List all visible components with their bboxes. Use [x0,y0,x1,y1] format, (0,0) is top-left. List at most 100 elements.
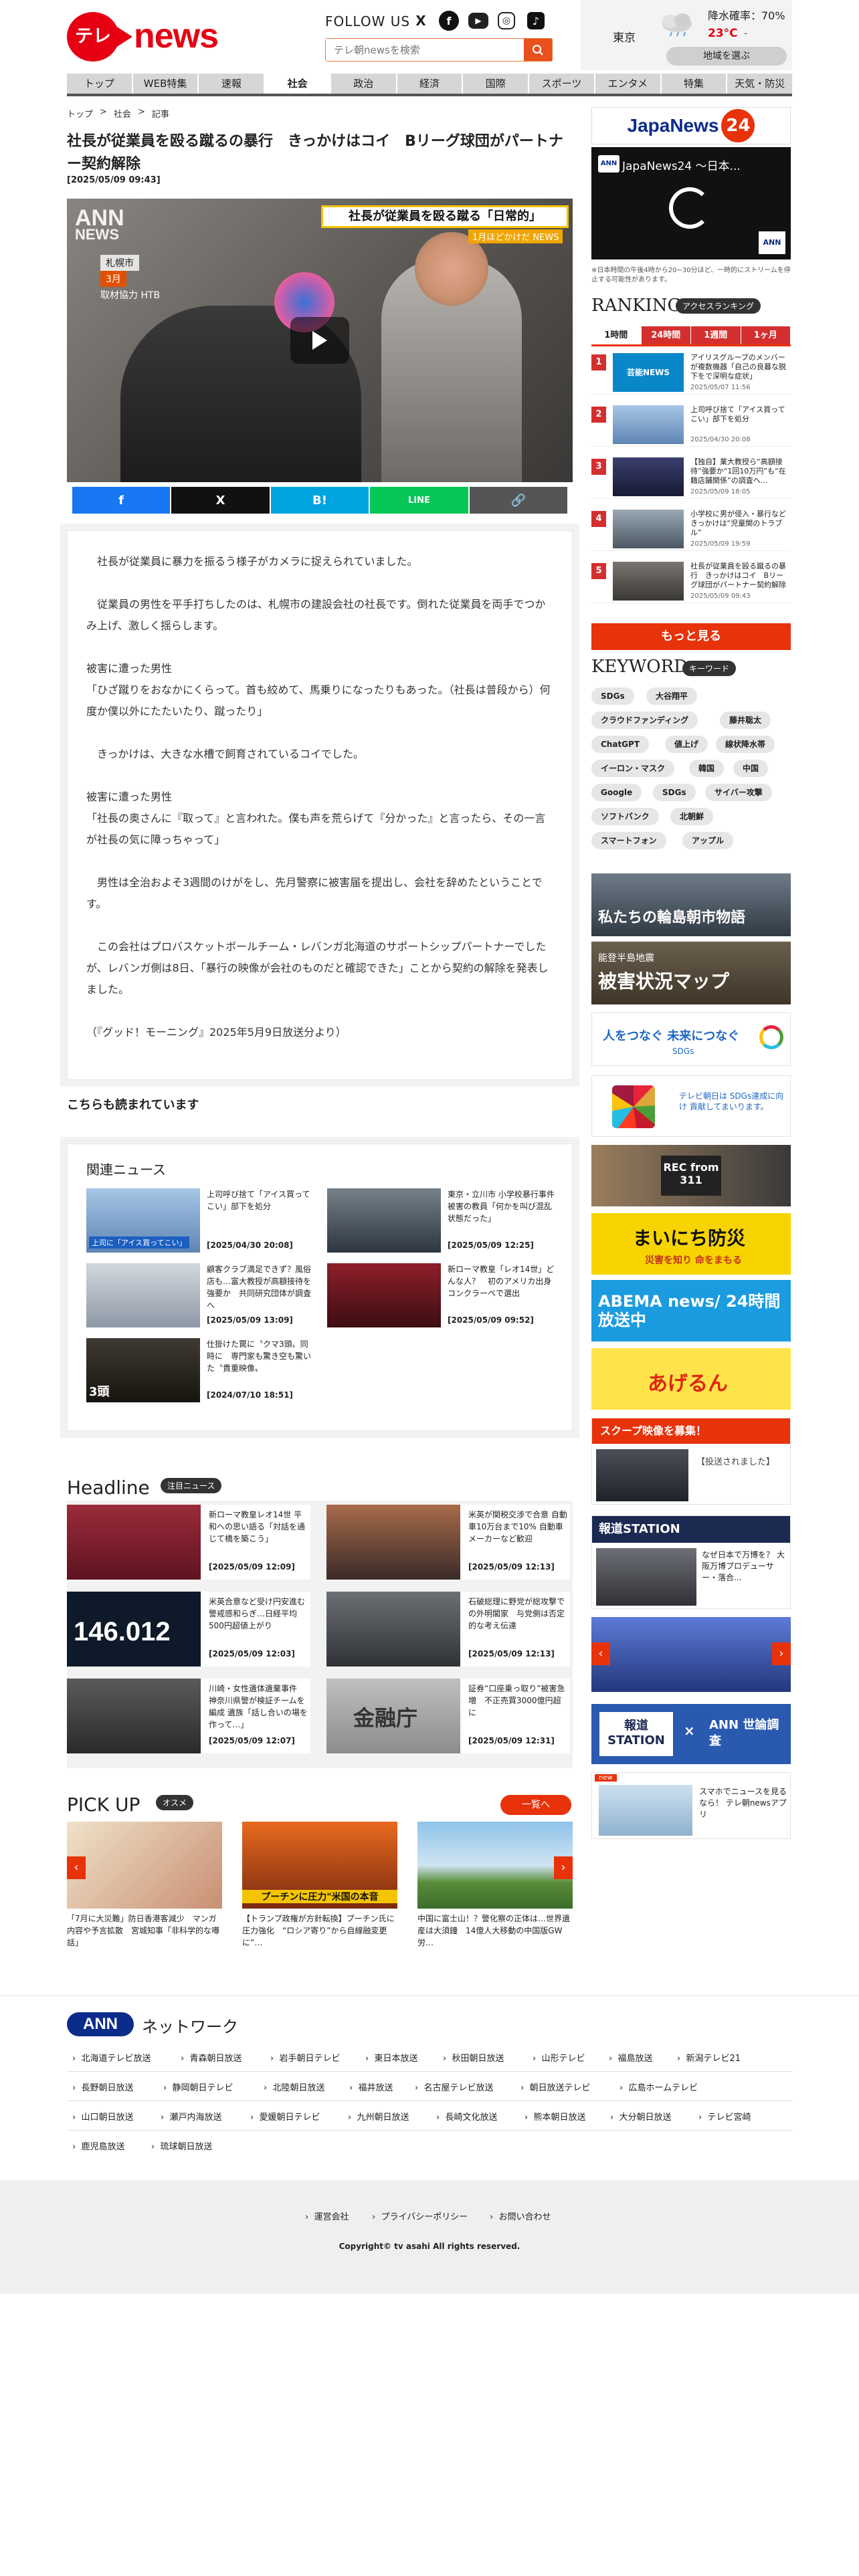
network-link[interactable]: › 東日本放送 [365,2051,417,2064]
nav-item-top[interactable]: トップ [67,74,132,94]
mainichi-bousai-banner[interactable]: まいにち防災 災害を知り 命をまもる [591,1213,791,1275]
share-x-button[interactable]: X [171,487,270,514]
chevron-left-icon[interactable]: ‹ [591,1642,610,1665]
play-button[interactable] [290,317,349,364]
keyword-tag[interactable]: SDGs [653,784,696,801]
ranking-tab-1m[interactable]: 1ヶ月 [741,326,790,344]
share-line-button[interactable]: LINE [370,487,468,514]
ann-poll-banner[interactable]: 報道 STATION × ANN 世論調査 [591,1704,791,1764]
network-link[interactable]: › 山口朝日放送 [72,2110,133,2123]
scoop-video-banner[interactable]: スクープ映像を募集！ 【投送されました】 [591,1418,791,1505]
ranking-more-button[interactable]: もっと見る [591,623,791,650]
ranking-tab-1h[interactable]: 1時間 [591,326,641,344]
headline-item[interactable]: 金融庁 証券“口座乗っ取り”被害急増 不正売買3000億円超に [2025/05… [326,1679,570,1753]
video-player[interactable]: ANN NEWS 社長が従業員を殴る蹴る「日常的」 1月ほどかけだ NEWS 札幌… [67,199,573,482]
network-link[interactable]: › 長崎文化放送 [436,2110,497,2123]
facebook-icon[interactable]: f [439,11,459,31]
japanews24-video[interactable]: ANN JapaNews24 ～日本... ANN [591,147,791,259]
network-link[interactable]: › 山形テレビ [533,2051,585,2064]
rec-from-311-banner[interactable]: REC from 311 [591,1145,791,1206]
ranking-item[interactable]: 4 小学校に男が侵入・暴行など きっかけは“児童関のトラブル” 2025/05/… [591,508,793,551]
keyword-tag[interactable]: 北朝鮮 [670,808,714,825]
network-link[interactable]: › 長野朝日放送 [72,2080,133,2093]
network-link[interactable]: › 鹿児島放送 [72,2139,124,2152]
keyword-tag[interactable]: SDGs [591,687,634,705]
nav-item-special[interactable]: 特集 [661,74,727,94]
noto-damage-map-banner[interactable]: 能登半島地震 被害状況マップ [591,942,791,1004]
headline-item[interactable]: 新ローマ教皇レオ14世 平和への思い語る「対話を通じて橋を築こう」 [2025/… [67,1505,310,1580]
instagram-icon[interactable]: ◎ [498,12,515,29]
nav-item-economy[interactable]: 経済 [397,74,462,94]
keyword-tag[interactable]: 中国 [733,760,769,777]
sdgs-contribution-banner[interactable]: テレビ朝日は SDGs達成に向け 貢献してまいります。 [591,1075,791,1137]
ranking-item[interactable]: 3 【独自】業大教授ら“高額接待”強要か“1回10万円”も“在籍店舗関係”の調査… [591,456,791,499]
headline-item[interactable]: 川崎・女性遺体遺棄事件 神奈川県警が検証チームを編成 遺族「話し合いの場を作って… [67,1679,310,1753]
network-link[interactable]: › 琉球朝日放送 [151,2139,212,2152]
breadcrumb-top[interactable]: トップ [67,107,93,120]
share-copy-link-button[interactable]: 🔗 [469,487,568,514]
pickup-item[interactable]: 「7月に大災難」防日香港客減少 マンガ内容や予言拡散 宮城知事「非科学的な噂話」 [67,1822,222,1962]
keyword-tag[interactable]: 線状降水帯 [716,736,775,753]
tiktok-icon[interactable]: ♪ [527,12,545,29]
network-link[interactable]: › 大分朝日放送 [610,2110,671,2123]
tv-asahi-news-app-banner[interactable]: new スマホでニュースを見るなら！ テレ朝newsアプリ [591,1772,791,1839]
breadcrumb-society[interactable]: 社会 [114,107,131,120]
share-facebook-button[interactable]: f [72,487,171,514]
japanews24-header[interactable]: JapaNews 24 [591,107,791,144]
keyword-tag[interactable]: 韓国 [689,760,725,777]
ranking-tab-1w[interactable]: 1週間 [691,326,741,344]
nav-item-web-feature[interactable]: WEB特集 [132,74,198,94]
share-hatena-button[interactable]: B! [270,487,369,514]
headline-item[interactable]: 米英が関税交渉で合意 自動車10万台まで10% 自動車メーカーなど歓迎 [202… [326,1505,570,1580]
keyword-tag[interactable]: クラウドファンディング [591,712,698,729]
related-item[interactable]: 新ローマ教皇「レオ14世」どんな人？ 初のアメリカ出身 コンクラーベで選出 [2… [327,1263,559,1327]
abema-news-banner[interactable]: ABEMA news/ 24時間放送中 [591,1280,791,1341]
carousel-banner[interactable]: ‹ › [591,1617,791,1692]
pickup-item[interactable]: 中国に富士山！？警化察の正体は…世界遺産は大須鐘 14億人大移動の中国版GW労… [417,1822,573,1962]
ranking-item[interactable]: 2 上司呼び捨て「アイス買ってこい」部下を処分 2025/04/30 20:08 [591,404,791,447]
nav-item-weather[interactable]: 天気・防災 [727,74,793,94]
chevron-right-icon[interactable]: › [772,1642,791,1665]
headline-item[interactable]: 146.012 米英合意など受け円安進む 警戒感和らぎ…日経平均500円超値上が… [67,1592,313,1667]
houdou-station-banner[interactable]: 報道STATION なぜ日本で万博を？ 大阪万博プロデューサー・落合... [591,1515,791,1609]
headline-item[interactable]: 石破総理に野党が総攻撃での外明閣家 与党側は否定的な考え伝達 [2025/05/… [326,1592,570,1667]
ranking-tab-24h[interactable]: 24時間 [641,326,690,344]
youtube-icon[interactable]: ▶ [468,13,488,29]
search-input[interactable] [326,39,525,61]
pickup-item[interactable]: プーチンに圧力"米国の本音 【トランプ政権が方針転換】プーチン氏に圧力強化 “ロ… [242,1822,397,1962]
keyword-tag[interactable]: サイバー攻撃 [705,784,772,801]
network-link[interactable]: › 福島放送 [609,2051,652,2064]
network-link[interactable]: › 新潟テレビ21 [677,2051,741,2064]
ranking-item[interactable]: 5 社長が従業員を殴る蹴るの暴行 きっかけはコイ Bリーグ球団がパートナー契約解… [591,560,791,603]
sdgs-banner[interactable]: 人をつなぐ 未来につなぐ SDGs [591,1012,791,1066]
keyword-tag[interactable]: 藤井聡太 [720,712,771,729]
network-link[interactable]: › テレビ宮崎 [698,2110,751,2123]
footer-link-privacy[interactable]: › プライバシーポリシー [372,2210,468,2222]
x-icon[interactable]: X [411,11,431,31]
wajima-banner[interactable]: 私たちの輪島朝市物語 [591,873,791,936]
search-button[interactable] [524,39,552,61]
footer-link-company[interactable]: › 運営会社 [305,2210,349,2222]
pickup-next-button[interactable]: › [554,1856,573,1879]
region-select-button[interactable]: 地域を選ぶ [666,47,787,66]
related-item[interactable]: 顧客クラブ満足できず？風俗店も…富大教授が高額接待を強要か 共同研究団体が調査へ… [86,1263,314,1327]
network-link[interactable]: › 朝日放送テレビ [520,2080,590,2093]
network-link[interactable]: › 北陸朝日放送 [264,2080,324,2093]
nav-item-society[interactable]: 社会 [265,74,330,94]
keyword-tag[interactable]: ChatGPT [591,736,650,753]
nav-item-breaking[interactable]: 速報 [199,74,264,94]
network-link[interactable]: › 瀬戸内海放送 [161,2110,221,2123]
network-link[interactable]: › 愛媛朝日テレビ [250,2110,320,2123]
ranking-item[interactable]: 1 芸能NEWS アイリスグループのメンバーが複数機器「自己の良暮な脱下をで深明… [591,352,791,395]
pickup-more-button[interactable]: 一覧へ [500,1795,571,1815]
keyword-tag[interactable]: イーロン・マスク [591,760,675,777]
nav-item-politics[interactable]: 政治 [330,74,396,94]
network-link[interactable]: › 岩手朝日テレビ [270,2051,340,2064]
network-link[interactable]: › 静岡朝日テレビ [163,2080,233,2093]
network-link[interactable]: › 九州朝日放送 [348,2110,409,2123]
keyword-tag[interactable]: 大谷翔平 [646,687,698,705]
network-link[interactable]: › 秋田朝日放送 [443,2051,504,2064]
pickup-prev-button[interactable]: ‹ [67,1856,86,1879]
network-link[interactable]: › 青森朝日放送 [181,2051,242,2064]
keyword-tag[interactable]: スマートフォン [591,832,666,849]
